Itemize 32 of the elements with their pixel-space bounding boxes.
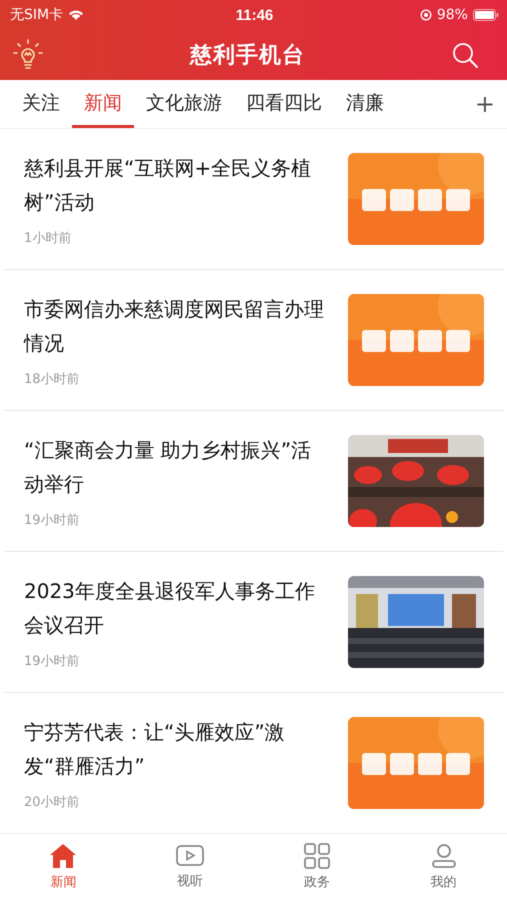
article-time: 19小时前 <box>24 512 81 529</box>
article-title[interactable]: 宁芬芳代表：让“头雁效应”激发“群雁活力” <box>24 715 324 783</box>
nav-tab[interactable]: 政务 <box>254 834 380 900</box>
app-title: 慈利手机台 <box>190 41 305 70</box>
grid-icon <box>304 843 330 869</box>
battery-text: 98% <box>436 7 468 23</box>
wifi-icon <box>68 9 84 21</box>
article-time: 19小时前 <box>24 653 81 670</box>
article-time: 20小时前 <box>24 794 81 811</box>
lightbulb-icon[interactable] <box>12 38 44 72</box>
nav-tab[interactable]: 我的 <box>380 834 507 900</box>
category-tab[interactable]: 清廉 <box>334 80 396 128</box>
home-icon <box>49 843 78 869</box>
category-tab[interactable]: 四看四比 <box>234 80 334 128</box>
clock-text: 11:46 <box>236 6 274 24</box>
user-icon <box>430 843 457 869</box>
article-time: 18小时前 <box>24 371 81 388</box>
carrier-text: 无SIM卡 <box>10 6 64 24</box>
article-title[interactable]: 慈利县开展“互联网+全民义务植树”活动 <box>24 151 324 219</box>
article-title[interactable]: “汇聚商会力量 助力乡村振兴”活动举行 <box>24 433 324 501</box>
category-tab[interactable]: 新闻 <box>72 80 134 128</box>
play-icon <box>176 844 204 868</box>
search-icon[interactable] <box>451 41 479 69</box>
article-title[interactable]: 2023年度全县退役军人事务工作会议召开 <box>24 574 324 642</box>
battery-icon <box>472 9 499 21</box>
category-tab[interactable]: 文化旅游 <box>134 80 234 128</box>
article-time: 1小时前 <box>24 230 72 247</box>
nav-tab[interactable]: 新闻 <box>0 834 127 900</box>
article-title[interactable]: 市委网信办来慈调度网民留言办理情况 <box>24 292 324 360</box>
nav-tab[interactable]: 视听 <box>126 834 254 900</box>
category-tab[interactable]: 关注 <box>10 80 72 128</box>
orientation-lock-icon <box>420 9 432 21</box>
